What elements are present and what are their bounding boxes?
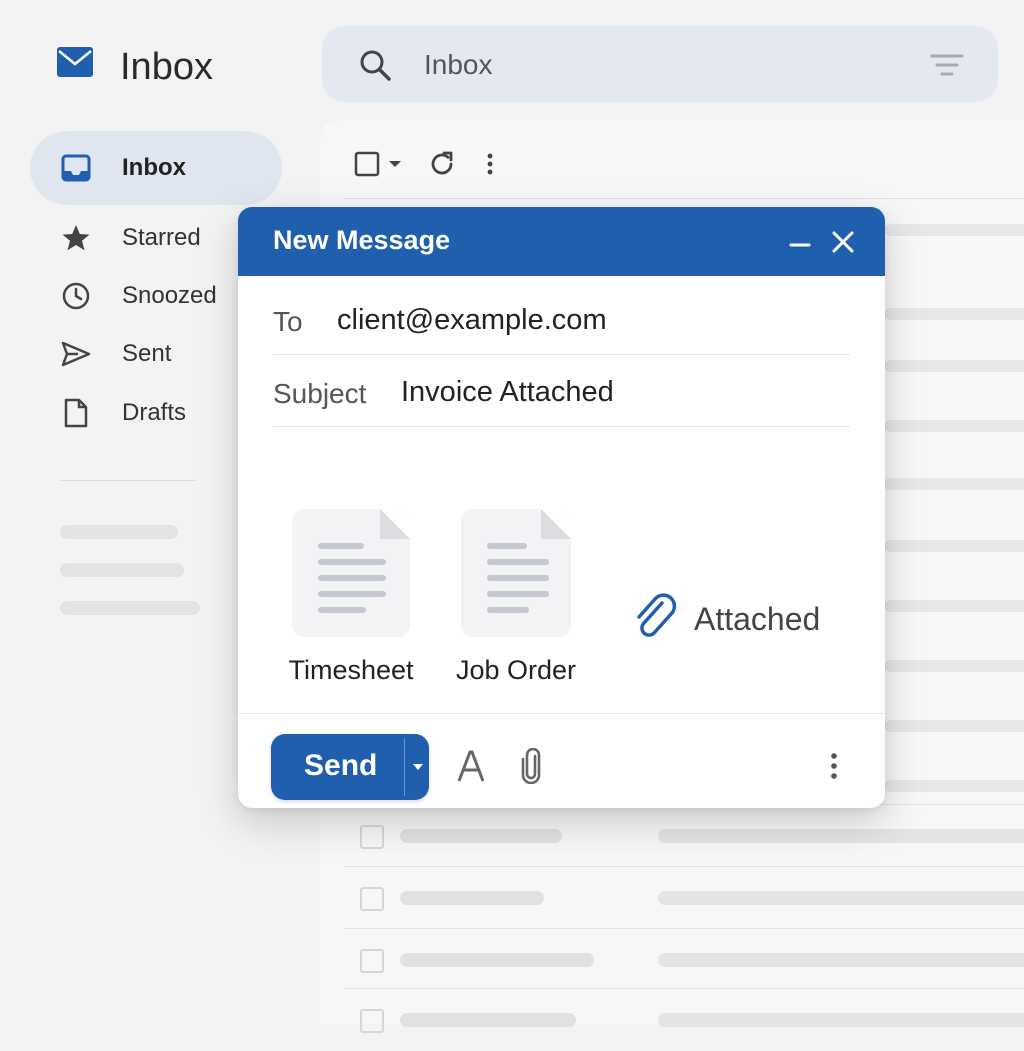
text-format-icon[interactable] xyxy=(456,746,486,786)
select-checkbox-icon[interactable] xyxy=(354,146,380,182)
row-checkbox[interactable] xyxy=(360,949,384,973)
draft-icon xyxy=(60,397,92,429)
placeholder-line xyxy=(658,829,1024,843)
placeholder-line xyxy=(60,601,200,615)
placeholder-line xyxy=(400,1013,576,1027)
star-icon xyxy=(60,222,92,254)
sidebar-item-label: Inbox xyxy=(122,154,186,181)
list-item[interactable] xyxy=(344,988,1024,1051)
chevron-down-icon[interactable] xyxy=(388,146,402,182)
sidebar-item-label: Starred xyxy=(122,224,201,251)
placeholder-line xyxy=(400,891,544,905)
placeholder-line xyxy=(400,953,594,967)
placeholder-line xyxy=(884,720,1024,732)
row-checkbox[interactable] xyxy=(360,825,384,849)
row-checkbox[interactable] xyxy=(360,887,384,911)
placeholder-line xyxy=(658,891,1024,905)
search-bar[interactable] xyxy=(322,26,998,102)
attach-icon[interactable] xyxy=(520,746,542,786)
list-divider xyxy=(344,198,1024,199)
compose-footer: Send xyxy=(238,713,885,808)
minimize-icon[interactable] xyxy=(785,227,815,257)
placeholder-line xyxy=(658,1013,1024,1027)
paperclip-icon xyxy=(637,593,677,637)
placeholder-line xyxy=(884,780,1024,792)
list-item[interactable] xyxy=(344,928,1024,991)
document-icon xyxy=(461,509,571,637)
sidebar-divider xyxy=(60,480,196,481)
send-button[interactable]: Send xyxy=(271,734,429,800)
placeholder-line xyxy=(400,829,562,843)
row-checkbox[interactable] xyxy=(360,1009,384,1033)
sidebar-item-inbox[interactable]: Inbox xyxy=(30,131,282,205)
subject-field-row: Subject xyxy=(273,354,850,427)
placeholder-line xyxy=(884,478,1024,490)
send-label: Send xyxy=(304,749,378,782)
compose-header: New Message xyxy=(238,207,885,276)
compose-window: New Message To Subject Timesheet xyxy=(238,207,885,808)
placeholder-line xyxy=(60,525,178,539)
app-logo xyxy=(56,46,94,78)
subject-label: Subject xyxy=(273,378,367,409)
to-label: To xyxy=(273,306,303,337)
close-icon[interactable] xyxy=(828,227,858,257)
send-icon xyxy=(60,338,92,370)
placeholder-line xyxy=(60,563,184,577)
attachment-name: Job Order xyxy=(455,655,577,685)
send-divider xyxy=(404,738,405,796)
attachment-name: Timesheet xyxy=(288,655,414,685)
placeholder-line xyxy=(884,540,1024,552)
list-item[interactable] xyxy=(344,866,1024,929)
subject-input[interactable] xyxy=(401,374,841,410)
to-input[interactable] xyxy=(337,302,777,338)
placeholder-line xyxy=(884,360,1024,372)
refresh-icon[interactable] xyxy=(428,146,456,182)
placeholder-line xyxy=(884,224,1024,236)
sidebar-item-label: Snoozed xyxy=(122,282,217,309)
mail-icon xyxy=(57,47,93,77)
attachment-card[interactable]: Job Order xyxy=(456,509,576,686)
compose-title: New Message xyxy=(273,225,451,255)
more-vert-icon[interactable] xyxy=(486,146,494,182)
placeholder-line xyxy=(884,600,1024,612)
app-title: Inbox xyxy=(120,46,213,88)
search-icon[interactable] xyxy=(358,48,392,87)
send-options-icon[interactable] xyxy=(409,760,427,774)
attached-indicator: Attached xyxy=(632,593,820,645)
inbox-icon xyxy=(60,152,92,184)
document-icon xyxy=(292,509,410,637)
filter-icon[interactable] xyxy=(930,52,964,83)
sidebar-item-label: Sent xyxy=(122,340,172,367)
search-input[interactable] xyxy=(422,44,906,86)
list-item[interactable] xyxy=(344,804,1024,867)
list-toolbar xyxy=(354,144,494,184)
placeholder-line xyxy=(658,953,1024,967)
placeholder-line xyxy=(884,420,1024,432)
to-field-row: To xyxy=(273,282,850,355)
attachment-card[interactable]: Timesheet xyxy=(288,509,414,686)
placeholder-line xyxy=(884,660,1024,672)
attached-label: Attached xyxy=(694,600,821,637)
more-vert-icon[interactable] xyxy=(830,746,838,786)
clock-icon xyxy=(60,280,92,312)
placeholder-line xyxy=(884,308,1024,320)
sidebar-item-label: Drafts xyxy=(122,399,187,426)
